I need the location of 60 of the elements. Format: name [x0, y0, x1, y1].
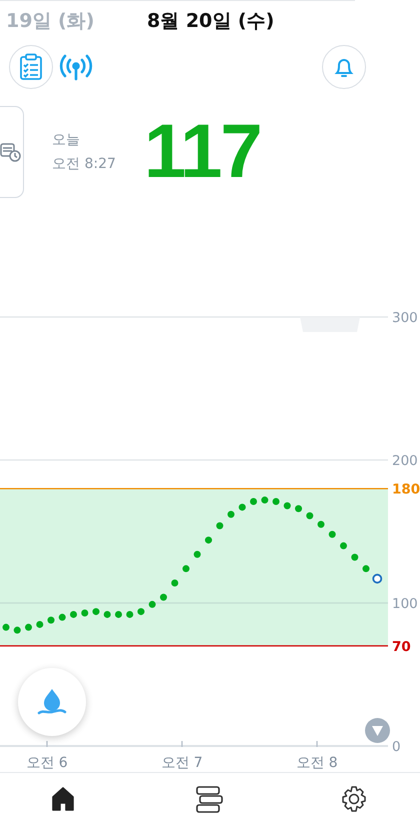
axis-label: 100 [392, 596, 418, 612]
data-point [104, 610, 111, 618]
current-date: 8월 20일 (수) [147, 9, 274, 34]
data-point [261, 496, 268, 504]
data-point [92, 608, 100, 616]
data-point [81, 610, 88, 616]
home-icon[interactable] [49, 785, 77, 814]
axis-label: 300 [392, 310, 418, 326]
axis-label: 70 [392, 638, 411, 655]
data-point [138, 608, 144, 616]
axis-label: 0 [392, 739, 401, 755]
data-point [238, 504, 246, 511]
data-point [205, 536, 212, 544]
data-point [250, 498, 257, 505]
data-point [14, 626, 21, 634]
data-point [36, 620, 44, 628]
scroll-handle[interactable] [300, 317, 360, 332]
data-point [171, 579, 178, 586]
data-point [216, 522, 224, 530]
data-point [115, 610, 122, 618]
data-point [306, 512, 314, 520]
reading-time: 오전 8:27 [52, 155, 117, 173]
data-point [25, 624, 32, 631]
bell-button[interactable] [322, 45, 366, 89]
settings-icon[interactable] [340, 785, 368, 814]
data-point [48, 616, 54, 624]
data-point [194, 550, 201, 558]
signal-icon[interactable] [59, 53, 93, 81]
data-point [126, 610, 134, 618]
data-point [148, 600, 156, 608]
axis-label: 오전 8 [296, 755, 338, 771]
data-point [70, 610, 77, 618]
data-point [328, 530, 336, 538]
list-icon[interactable] [194, 785, 222, 814]
triangle-icon [371, 724, 384, 736]
axis-label: 180 [392, 482, 420, 498]
data-point [351, 554, 358, 561]
previous-day-tab[interactable]: 19일 (화) [0, 8, 147, 34]
scroll-down-button[interactable] [365, 718, 390, 743]
water-drop-button[interactable] [18, 668, 86, 736]
data-point [160, 594, 167, 601]
data-point [284, 502, 291, 510]
clipboard-icon [19, 53, 43, 81]
axis-label: 오전 6 [26, 755, 68, 771]
data-point [295, 505, 302, 512]
current-point [372, 574, 382, 584]
reading-day: 오늘 [52, 131, 142, 149]
data-point [318, 520, 324, 528]
axis-label: 200 [392, 453, 418, 469]
data-point [58, 614, 66, 621]
data-point [272, 498, 280, 505]
data-point [182, 565, 190, 572]
glucose-value: 117 [144, 114, 261, 190]
data-point [228, 510, 234, 518]
data-point [362, 565, 370, 572]
data-point [340, 542, 347, 550]
log-card[interactable] [0, 106, 24, 198]
data-point [2, 624, 10, 631]
axis-label: 오전 7 [161, 755, 203, 771]
clipboard-button[interactable] [9, 45, 53, 89]
